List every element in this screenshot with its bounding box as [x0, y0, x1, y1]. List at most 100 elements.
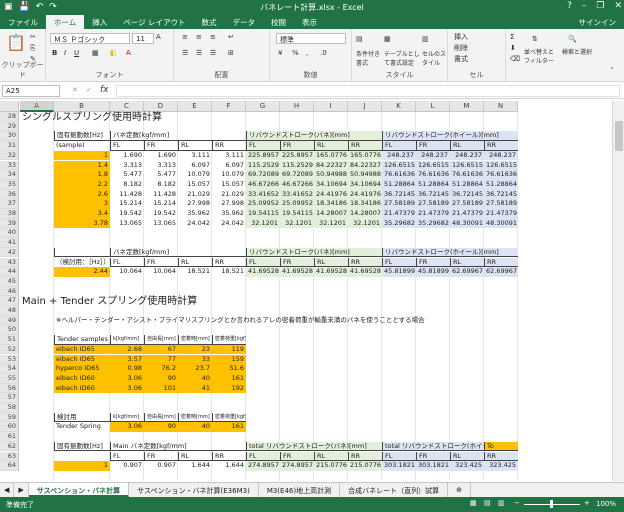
cell[interactable]: 69.72089 — [280, 170, 314, 180]
cell[interactable]: 27.58189 — [484, 199, 518, 209]
cell[interactable]: 76.61636 — [382, 170, 416, 180]
cell[interactable]: 76.2 — [144, 364, 178, 374]
cell[interactable]: FR — [280, 451, 314, 462]
cell[interactable]: 固有振動数[Hz] — [54, 441, 110, 452]
cell[interactable]: 密着時[mm] — [178, 335, 212, 345]
cell[interactable]: バネ定数[kgf/mm] — [110, 131, 246, 142]
cell[interactable]: 248.237 — [382, 150, 416, 161]
cell[interactable]: バネ定数[kgf/mm] — [110, 247, 246, 258]
percent-icon[interactable]: % — [292, 49, 299, 57]
row-header[interactable]: 62 — [0, 441, 19, 452]
cell[interactable]: 115.2529 — [246, 160, 280, 171]
cell[interactable]: 3.06 — [110, 383, 144, 394]
cell[interactable]: 69.72089 — [246, 170, 280, 180]
cell[interactable]: 3.06 — [110, 373, 144, 384]
cell[interactable]: RL — [314, 257, 348, 268]
row-header[interactable]: 51 — [0, 335, 19, 345]
sheet-tab[interactable]: M3(E46)地上高計測 — [259, 483, 341, 497]
cell[interactable]: 1.690 — [144, 151, 178, 161]
cell[interactable]: 248.237 — [484, 150, 518, 161]
cell[interactable]: 1.644 — [212, 461, 246, 471]
cell[interactable]: 62.69967 — [484, 267, 518, 277]
cell[interactable]: 8.182 — [144, 180, 178, 190]
cell[interactable]: total リバウンドストローク(ホイール)[mm] — [382, 441, 484, 452]
cell[interactable]: RR — [484, 141, 518, 151]
cell[interactable]: 323.425 — [484, 461, 518, 471]
cell[interactable]: 21.47379 — [450, 209, 484, 219]
cell[interactable]: 51.28864 — [382, 179, 416, 190]
cell[interactable]: 101 — [144, 383, 178, 394]
cell[interactable]: 5.477 — [110, 170, 144, 180]
paste-icon[interactable]: 📋 — [6, 33, 26, 52]
cell[interactable]: total リバウンドストローク(バネ)[mm] — [246, 441, 382, 452]
align-top-icon[interactable]: ≡ — [182, 33, 188, 41]
cell[interactable]: Main + Tender スプリング使用時計算 — [20, 296, 246, 307]
cell[interactable]: 33.41652 — [280, 189, 314, 200]
row-header[interactable]: 30 — [0, 131, 19, 142]
row-header[interactable]: 37 — [0, 199, 19, 209]
cell[interactable]: Tender Spring — [54, 422, 110, 432]
cell[interactable]: Main バネ定数[kgf/mm] — [110, 441, 246, 452]
cell[interactable]: RR — [212, 451, 246, 462]
row-header[interactable]: 45 — [0, 276, 19, 287]
cell[interactable]: シングルスプリング使用時計算 — [20, 112, 212, 123]
currency-icon[interactable]: ¥ — [278, 49, 282, 57]
table-format-button[interactable]: テーブルとして書式設定 — [384, 49, 420, 67]
select-all-corner[interactable] — [0, 101, 19, 112]
cell[interactable]: 18.34186 — [314, 199, 348, 209]
row-header[interactable]: 38 — [0, 209, 19, 219]
cell[interactable]: RL — [178, 257, 212, 268]
cell[interactable]: 215.0776 — [348, 461, 382, 471]
bold-icon[interactable]: B — [52, 49, 57, 57]
find-select-icon[interactable]: 🔍 — [568, 35, 577, 43]
cell[interactable]: 76.61636 — [450, 170, 484, 180]
column-header[interactable]: C — [110, 101, 144, 112]
cell[interactable]: 27.58189 — [382, 199, 416, 209]
cell[interactable]: 36.72145 — [416, 189, 450, 200]
cell[interactable]: 27.998 — [178, 199, 212, 209]
cell[interactable]: 36.72145 — [450, 189, 484, 200]
cell[interactable]: FR — [416, 141, 450, 151]
cell[interactable]: 115.2529 — [280, 160, 314, 171]
cell[interactable]: 15.214 — [144, 199, 178, 209]
cell[interactable]: 15.214 — [110, 199, 144, 209]
cell[interactable]: 24.41976 — [348, 189, 382, 200]
cell[interactable]: 19.542 — [144, 209, 178, 219]
help-icon[interactable]: ? — [567, 1, 572, 11]
cell[interactable]: 32.1201 — [348, 218, 382, 229]
cell[interactable]: 密着荷重[kgf] — [212, 335, 246, 345]
cell[interactable]: 76.61636 — [484, 170, 518, 180]
cell[interactable]: RL — [450, 141, 484, 151]
page-layout-icon[interactable]: ▤ — [484, 499, 491, 507]
merge-icon[interactable]: ⊞ — [228, 49, 234, 57]
row-header[interactable]: 56 — [0, 383, 19, 394]
cell[interactable]: 2.2 — [54, 179, 110, 190]
font-color-icon[interactable]: A — [126, 49, 131, 57]
format-cells-button[interactable]: 書式 — [454, 54, 468, 64]
cell[interactable]: 36.72145 — [484, 189, 518, 200]
cell[interactable]: 77 — [144, 354, 178, 365]
cell[interactable]: 11.428 — [110, 190, 144, 200]
number-format-box[interactable]: 標準 — [276, 33, 346, 44]
cell[interactable]: FL — [246, 257, 280, 268]
fill-color-icon[interactable]: ◧ — [110, 49, 117, 57]
cell[interactable]: ※ヘルパー・テンダー・アシスト・プライマリスプリングとか言われるアレの密着荷重が… — [54, 316, 484, 326]
cell[interactable]: 18.521 — [212, 267, 246, 277]
autosum-icon[interactable]: Σ — [510, 33, 514, 41]
ribbon-tab[interactable]: 挿入 — [84, 15, 115, 29]
italic-icon[interactable]: I — [64, 49, 66, 57]
sheet-tab[interactable]: サスペンション・バネ計算(E36M3) — [129, 483, 259, 497]
cell[interactable]: 8.182 — [110, 180, 144, 190]
cell[interactable]: （検討用：［Hz］） — [54, 258, 110, 268]
row-header[interactable]: 43 — [0, 257, 19, 268]
cell[interactable]: 40 — [178, 422, 212, 433]
ribbon-tab[interactable]: データ — [225, 15, 264, 29]
cell[interactable]: 34.10694 — [314, 179, 348, 190]
cell[interactable]: 32.1201 — [246, 218, 280, 229]
column-header[interactable]: E — [178, 101, 212, 112]
cell[interactable]: 0.907 — [144, 461, 178, 471]
column-header[interactable]: K — [382, 101, 416, 112]
column-header[interactable]: L — [416, 101, 450, 112]
cell[interactable]: 3.57 — [110, 354, 144, 365]
delete-cells-button[interactable]: 削除 — [454, 43, 468, 53]
